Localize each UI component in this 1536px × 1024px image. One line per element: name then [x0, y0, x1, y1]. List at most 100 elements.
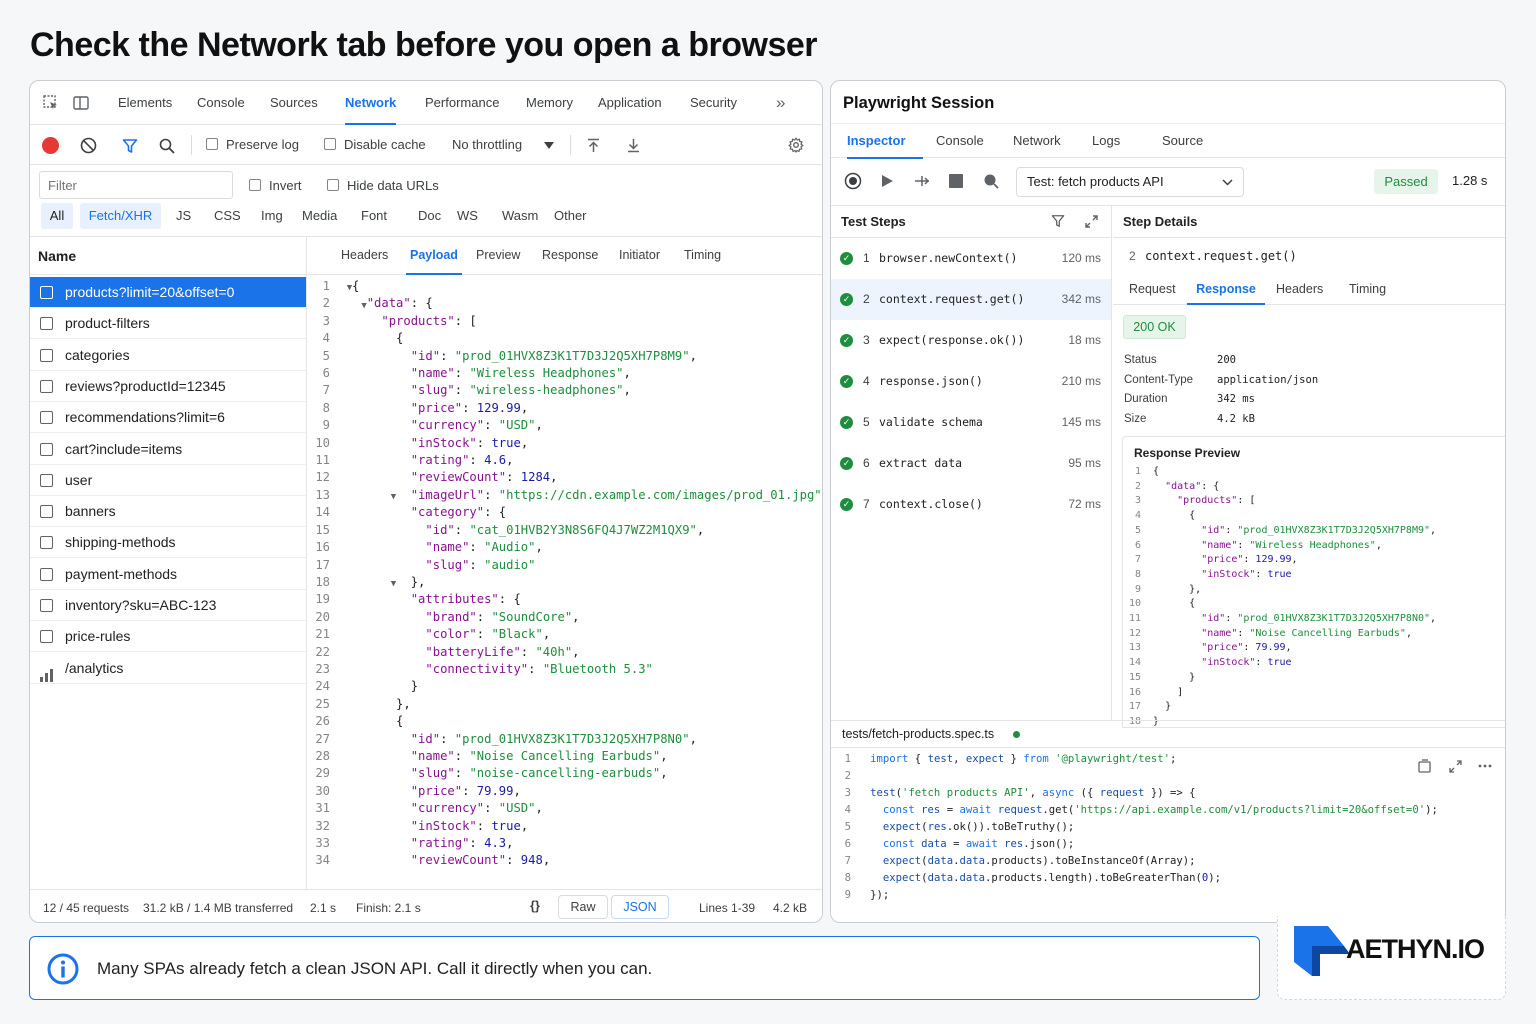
- step-detail-tab-response[interactable]: Response: [1187, 275, 1265, 305]
- type-filter-wasm[interactable]: Wasm: [496, 203, 544, 229]
- pretty-print-button[interactable]: {}: [520, 895, 550, 919]
- request-row[interactable]: price-rules: [30, 621, 306, 653]
- detail-tab-initiator[interactable]: Initiator: [619, 237, 660, 275]
- step-detail-tab-headers[interactable]: Headers: [1276, 275, 1323, 305]
- devtools-tabbar: Elements Console Sources Network Performance…: [30, 81, 822, 125]
- pw-tab-source[interactable]: Source: [1162, 124, 1203, 159]
- raw-button[interactable]: Raw: [558, 895, 608, 919]
- test-step-row[interactable]: ✓ 5 validate schema 145 ms: [831, 402, 1111, 443]
- throttling-select[interactable]: No throttling: [452, 137, 522, 152]
- test-step-row[interactable]: ✓ 3 expect(response.ok()) 18 ms: [831, 320, 1111, 361]
- device-toolbar-icon[interactable]: [72, 94, 90, 112]
- type-filter-css[interactable]: CSS: [208, 203, 247, 229]
- request-row[interactable]: payment-methods: [30, 559, 306, 590]
- type-filter-font[interactable]: Font: [355, 203, 393, 229]
- step-detail-tab-timing[interactable]: Timing: [1349, 275, 1386, 305]
- request-row[interactable]: user: [30, 465, 306, 496]
- test-step-row[interactable]: ✓ 2 context.request.get() 342 ms: [831, 279, 1111, 320]
- detail-tab-preview[interactable]: Preview: [476, 237, 520, 275]
- type-filter-fetch-xhr[interactable]: Fetch/XHR: [80, 203, 161, 229]
- collapse-arrow-icon[interactable]: ▼: [391, 576, 396, 593]
- record-toggle-icon[interactable]: [844, 172, 862, 190]
- type-filter-media[interactable]: Media: [296, 203, 343, 229]
- code-line: 11 "rating": 4.6,: [315, 453, 514, 468]
- pw-tab-console[interactable]: Console: [936, 124, 984, 159]
- step-number: 2: [863, 292, 870, 306]
- preview-line: 4 {: [1134, 510, 1196, 522]
- play-icon[interactable]: [878, 172, 896, 190]
- request-row[interactable]: banners: [30, 496, 306, 528]
- expand-icon[interactable]: [1082, 212, 1100, 230]
- test-step-row[interactable]: ✓ 4 response.json() 210 ms: [831, 361, 1111, 402]
- pw-tab-logs[interactable]: Logs: [1092, 124, 1120, 159]
- status-bar: 12 / 45 requests 31.2 kB / 1.4 MB transf…: [30, 889, 822, 922]
- filter-input[interactable]: [39, 171, 233, 199]
- record-icon[interactable]: [42, 137, 59, 154]
- request-row[interactable]: products?limit=20&offset=0: [30, 277, 306, 308]
- tab-elements[interactable]: Elements: [118, 81, 172, 125]
- throttling-value: No throttling: [452, 137, 523, 152]
- chevron-down-icon[interactable]: [542, 138, 556, 152]
- tab-network[interactable]: Network: [345, 81, 397, 125]
- detail-tab-response[interactable]: Response: [542, 237, 598, 275]
- test-step-row[interactable]: ✓ 6 extract data 95 ms: [831, 443, 1111, 484]
- invert-checkbox[interactable]: Invert: [249, 178, 302, 193]
- search-icon[interactable]: [157, 136, 176, 155]
- tab-security[interactable]: Security: [690, 81, 737, 125]
- tab-performance[interactable]: Performance: [425, 81, 499, 125]
- settings-gear-icon[interactable]: [787, 136, 805, 154]
- download-har-icon[interactable]: [624, 136, 642, 154]
- copy-icon[interactable]: [1417, 758, 1433, 774]
- preserve-log-checkbox[interactable]: Preserve log: [206, 137, 299, 152]
- type-filter-doc[interactable]: Doc: [412, 203, 447, 229]
- test-select[interactable]: Test: fetch products API: [1016, 167, 1244, 197]
- upload-har-icon[interactable]: [584, 136, 602, 154]
- type-filter-all[interactable]: All: [41, 203, 73, 229]
- more-tabs-button[interactable]: »: [776, 81, 785, 125]
- type-filter-ws[interactable]: WS: [451, 203, 484, 229]
- more-options-icon[interactable]: [1477, 758, 1493, 774]
- request-row[interactable]: recommendations?limit=6: [30, 402, 306, 434]
- step-over-icon[interactable]: [913, 172, 931, 190]
- type-filter-img[interactable]: Img: [255, 203, 289, 229]
- type-filter-other[interactable]: Other: [548, 203, 593, 229]
- pw-tab-network[interactable]: Network: [1013, 124, 1061, 159]
- collapse-arrow-icon[interactable]: ▼: [347, 280, 352, 297]
- request-row[interactable]: shipping-methods: [30, 527, 306, 559]
- collapse-arrow-icon[interactable]: ▼: [391, 489, 396, 506]
- clear-icon[interactable]: [79, 136, 98, 155]
- request-row[interactable]: categories: [30, 340, 306, 371]
- detail-tab-timing[interactable]: Timing: [684, 237, 721, 275]
- tab-console[interactable]: Console: [197, 81, 245, 125]
- name-column-header[interactable]: Name: [30, 237, 306, 275]
- code-line: 25 },: [315, 696, 411, 711]
- stop-icon[interactable]: [948, 173, 964, 189]
- tab-memory[interactable]: Memory: [526, 81, 573, 125]
- json-button[interactable]: JSON: [611, 895, 669, 919]
- disable-cache-checkbox[interactable]: Disable cache: [324, 137, 426, 152]
- filter-icon[interactable]: [1049, 212, 1067, 230]
- test-step-row[interactable]: ✓ 7 context.close() 72 ms: [831, 484, 1111, 525]
- step-detail-tab-request[interactable]: Request: [1129, 275, 1176, 305]
- request-row[interactable]: inventory?sku=ABC-123: [30, 590, 306, 621]
- type-filter-js[interactable]: JS: [170, 203, 197, 229]
- code-line: 17 "slug": "audio": [315, 557, 536, 572]
- preview-line: 10 {: [1128, 598, 1196, 610]
- request-row[interactable]: product-filters: [30, 308, 306, 340]
- pw-tab-inspector[interactable]: Inspector: [847, 124, 923, 159]
- request-row[interactable]: reviews?productId=12345: [30, 371, 306, 402]
- tab-sources[interactable]: Sources: [270, 81, 318, 125]
- hide-data-urls-checkbox[interactable]: Hide data URLs: [327, 178, 439, 193]
- request-row[interactable]: cart?include=items: [30, 434, 306, 465]
- inspect-element-icon[interactable]: [42, 94, 60, 112]
- expand-editor-icon[interactable]: [1447, 758, 1463, 774]
- test-step-row[interactable]: ✓ 1 browser.newContext() 120 ms: [831, 238, 1111, 279]
- collapse-arrow-icon[interactable]: ▼: [361, 298, 366, 315]
- tab-application[interactable]: Application: [598, 81, 662, 125]
- detail-tab-payload[interactable]: Payload: [406, 237, 462, 275]
- detail-tab-headers[interactable]: Headers: [341, 237, 388, 275]
- preview-line: 12 "name": "Noise Cancelling Earbuds",: [1128, 627, 1412, 639]
- request-row[interactable]: /analytics: [30, 653, 306, 684]
- filter-icon[interactable]: [120, 136, 139, 155]
- pick-locator-icon[interactable]: [982, 172, 1000, 190]
